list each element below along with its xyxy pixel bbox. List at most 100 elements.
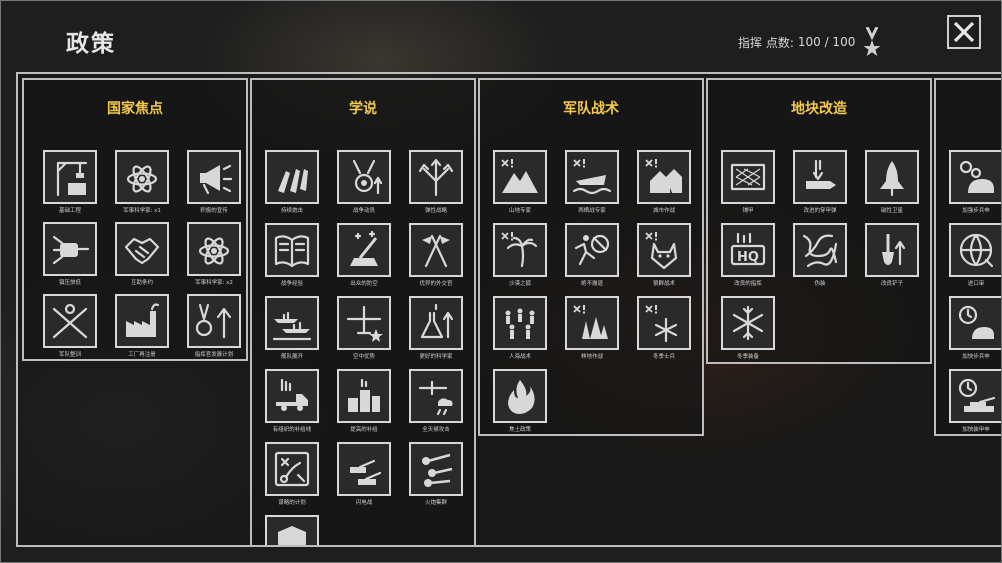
policy-card[interactable]: 闪电战 [337,442,391,507]
houses-icon [645,159,682,193]
policy-card-icon-box[interactable] [637,223,691,277]
policy-card-icon-box[interactable] [115,222,169,276]
policy-card[interactable]: 磁性卫星 [865,150,919,215]
policy-card-icon-box[interactable] [493,369,547,423]
policy-board[interactable]: 国家焦点 基础工程 军事科学家: x1 积极的宣传 镇压放低 互助条约 军事科学家: x2… [16,72,1002,547]
policy-card-icon-box[interactable] [793,150,847,204]
column-national-focus: 国家焦点 基础工程 军事科学家: x1 积极的宣传 镇压放低 互助条约 军事科学家: x2… [22,78,248,361]
policy-card-icon-box[interactable] [337,442,391,496]
policy-card-icon-box[interactable]: HQ [721,223,775,277]
policy-card[interactable]: 火炮集群 [409,442,463,507]
policy-card-icon-box[interactable] [337,296,391,350]
policy-card-icon-box[interactable] [865,150,919,204]
policy-card[interactable]: 山地专家 [493,150,547,215]
policy-card-icon-box[interactable] [337,223,391,277]
policy-card[interactable]: 军事科学家: x2 [187,222,241,287]
policy-card-icon-box[interactable] [949,150,1002,204]
policy-card-icon-box[interactable] [409,369,463,423]
policy-card[interactable]: 提高的补给 [337,369,391,434]
policy-card-icon-box[interactable] [637,150,691,204]
policy-card[interactable]: 工厂再注册 [115,294,169,359]
policy-card[interactable]: 伪装 [793,223,847,288]
policy-card[interactable]: 舰队展开 [265,296,319,361]
policy-card[interactable]: 弹性战略 [409,150,463,215]
policy-card-icon-box[interactable] [115,294,169,348]
policy-card-icon-box[interactable] [493,150,547,204]
policy-card-icon-box[interactable] [265,150,319,204]
policy-card-icon-box[interactable] [409,442,463,496]
policy-card[interactable]: HQ 改良的指挥 [721,223,775,288]
policy-card[interactable]: 军事科学家: x1 [115,150,169,215]
policy-card[interactable]: 林地作战 [565,296,619,361]
policy-card[interactable]: 铺甲 [721,150,775,215]
policy-card-icon-box[interactable] [265,515,319,545]
policy-card-icon-box[interactable] [409,296,463,350]
policy-card-icon-box[interactable] [721,150,775,204]
policy-card[interactable]: 绝不撤退 [565,223,619,288]
policy-card[interactable]: 基础工程 [43,150,97,215]
policy-card-icon-box[interactable] [565,150,619,204]
policy-card-icon-box[interactable] [337,150,391,204]
policy-card[interactable]: 城市作战 [637,150,691,215]
policy-card-icon-box[interactable] [187,294,241,348]
policy-card[interactable]: 两栖战专家 [565,150,619,215]
policy-card-icon-box[interactable] [565,223,619,277]
policy-card-icon-box[interactable] [493,296,547,350]
policy-card-icon-box[interactable] [265,442,319,496]
policy-card[interactable]: 出众的防空 [337,223,391,288]
policy-card-icon-box[interactable] [337,369,391,423]
policy-card[interactable]: 冬季装备 [721,296,775,361]
policy-card[interactable]: 冬季士兵 [637,296,691,361]
policy-card-icon-box[interactable] [721,296,775,350]
policy-card-icon-box[interactable] [865,223,919,277]
policy-card[interactable]: 积极的宣传 [187,150,241,215]
policy-card[interactable]: 狼群战术 [637,223,691,288]
policy-card[interactable]: 改良铲子 [865,223,919,288]
policy-card-icon-box[interactable] [43,294,97,348]
policy-card-icon-box[interactable] [949,369,1002,423]
policy-card-icon-box[interactable] [115,150,169,204]
policy-card-icon-box[interactable] [187,222,241,276]
policy-card[interactable]: 改进的穿甲弹 [793,150,847,215]
policy-card[interactable] [265,515,319,545]
policy-card[interactable]: 全天候攻击 [409,369,463,434]
policy-card-icon-box[interactable] [637,296,691,350]
policy-card[interactable]: 加强步兵申 [949,150,1002,215]
policy-card-label: 全天候攻击 [422,427,450,433]
policy-card-icon-box[interactable] [409,223,463,277]
policy-card[interactable]: 焦土政策 [493,369,547,434]
policy-card[interactable]: 优异的外交官 [409,223,463,288]
policy-card-icon-box[interactable] [793,223,847,277]
close-button[interactable] [947,15,981,49]
policy-card[interactable]: 沙漠之狐 [493,223,547,288]
policy-card[interactable]: 战争经验 [265,223,319,288]
policy-card-icon-box[interactable] [949,223,1002,277]
policy-card[interactable]: 进口审 [949,223,1002,288]
policy-card-label: 磁性卫星 [880,208,903,214]
policy-card[interactable]: 军队整训 [43,294,97,359]
policy-card[interactable]: 互助条约 [115,222,169,287]
policy-card[interactable]: 镇压放低 [43,222,97,287]
policy-card[interactable]: 更好的科学家 [409,296,463,361]
policy-card[interactable]: 人海战术 [493,296,547,361]
policy-card-icon-box[interactable] [265,223,319,277]
policy-card[interactable]: 指挥官发展计划 [187,294,241,359]
policy-card[interactable]: 空中优势 [337,296,391,361]
fist-hammer-icon [52,235,90,265]
policy-card-icon-box[interactable] [493,223,547,277]
open-book-icon [274,235,310,268]
policy-card-icon-box[interactable] [409,150,463,204]
policy-card-icon-box[interactable] [949,296,1002,350]
policy-card[interactable]: 持续炮击 [265,150,319,215]
policy-card-icon-box[interactable] [43,222,97,276]
policy-card-icon-box[interactable] [43,150,97,204]
policy-card[interactable]: 加快装甲申 [949,369,1002,434]
policy-card-icon-box[interactable] [187,150,241,204]
policy-card-icon-box[interactable] [265,296,319,350]
policy-card[interactable]: 谋略的计划 [265,442,319,507]
policy-card-icon-box[interactable] [565,296,619,350]
policy-card[interactable]: 有组织的补给线 [265,369,319,434]
policy-card[interactable]: 加快步兵申 [949,296,1002,361]
policy-card-icon-box[interactable] [265,369,319,423]
policy-card[interactable]: 战争动员 [337,150,391,215]
